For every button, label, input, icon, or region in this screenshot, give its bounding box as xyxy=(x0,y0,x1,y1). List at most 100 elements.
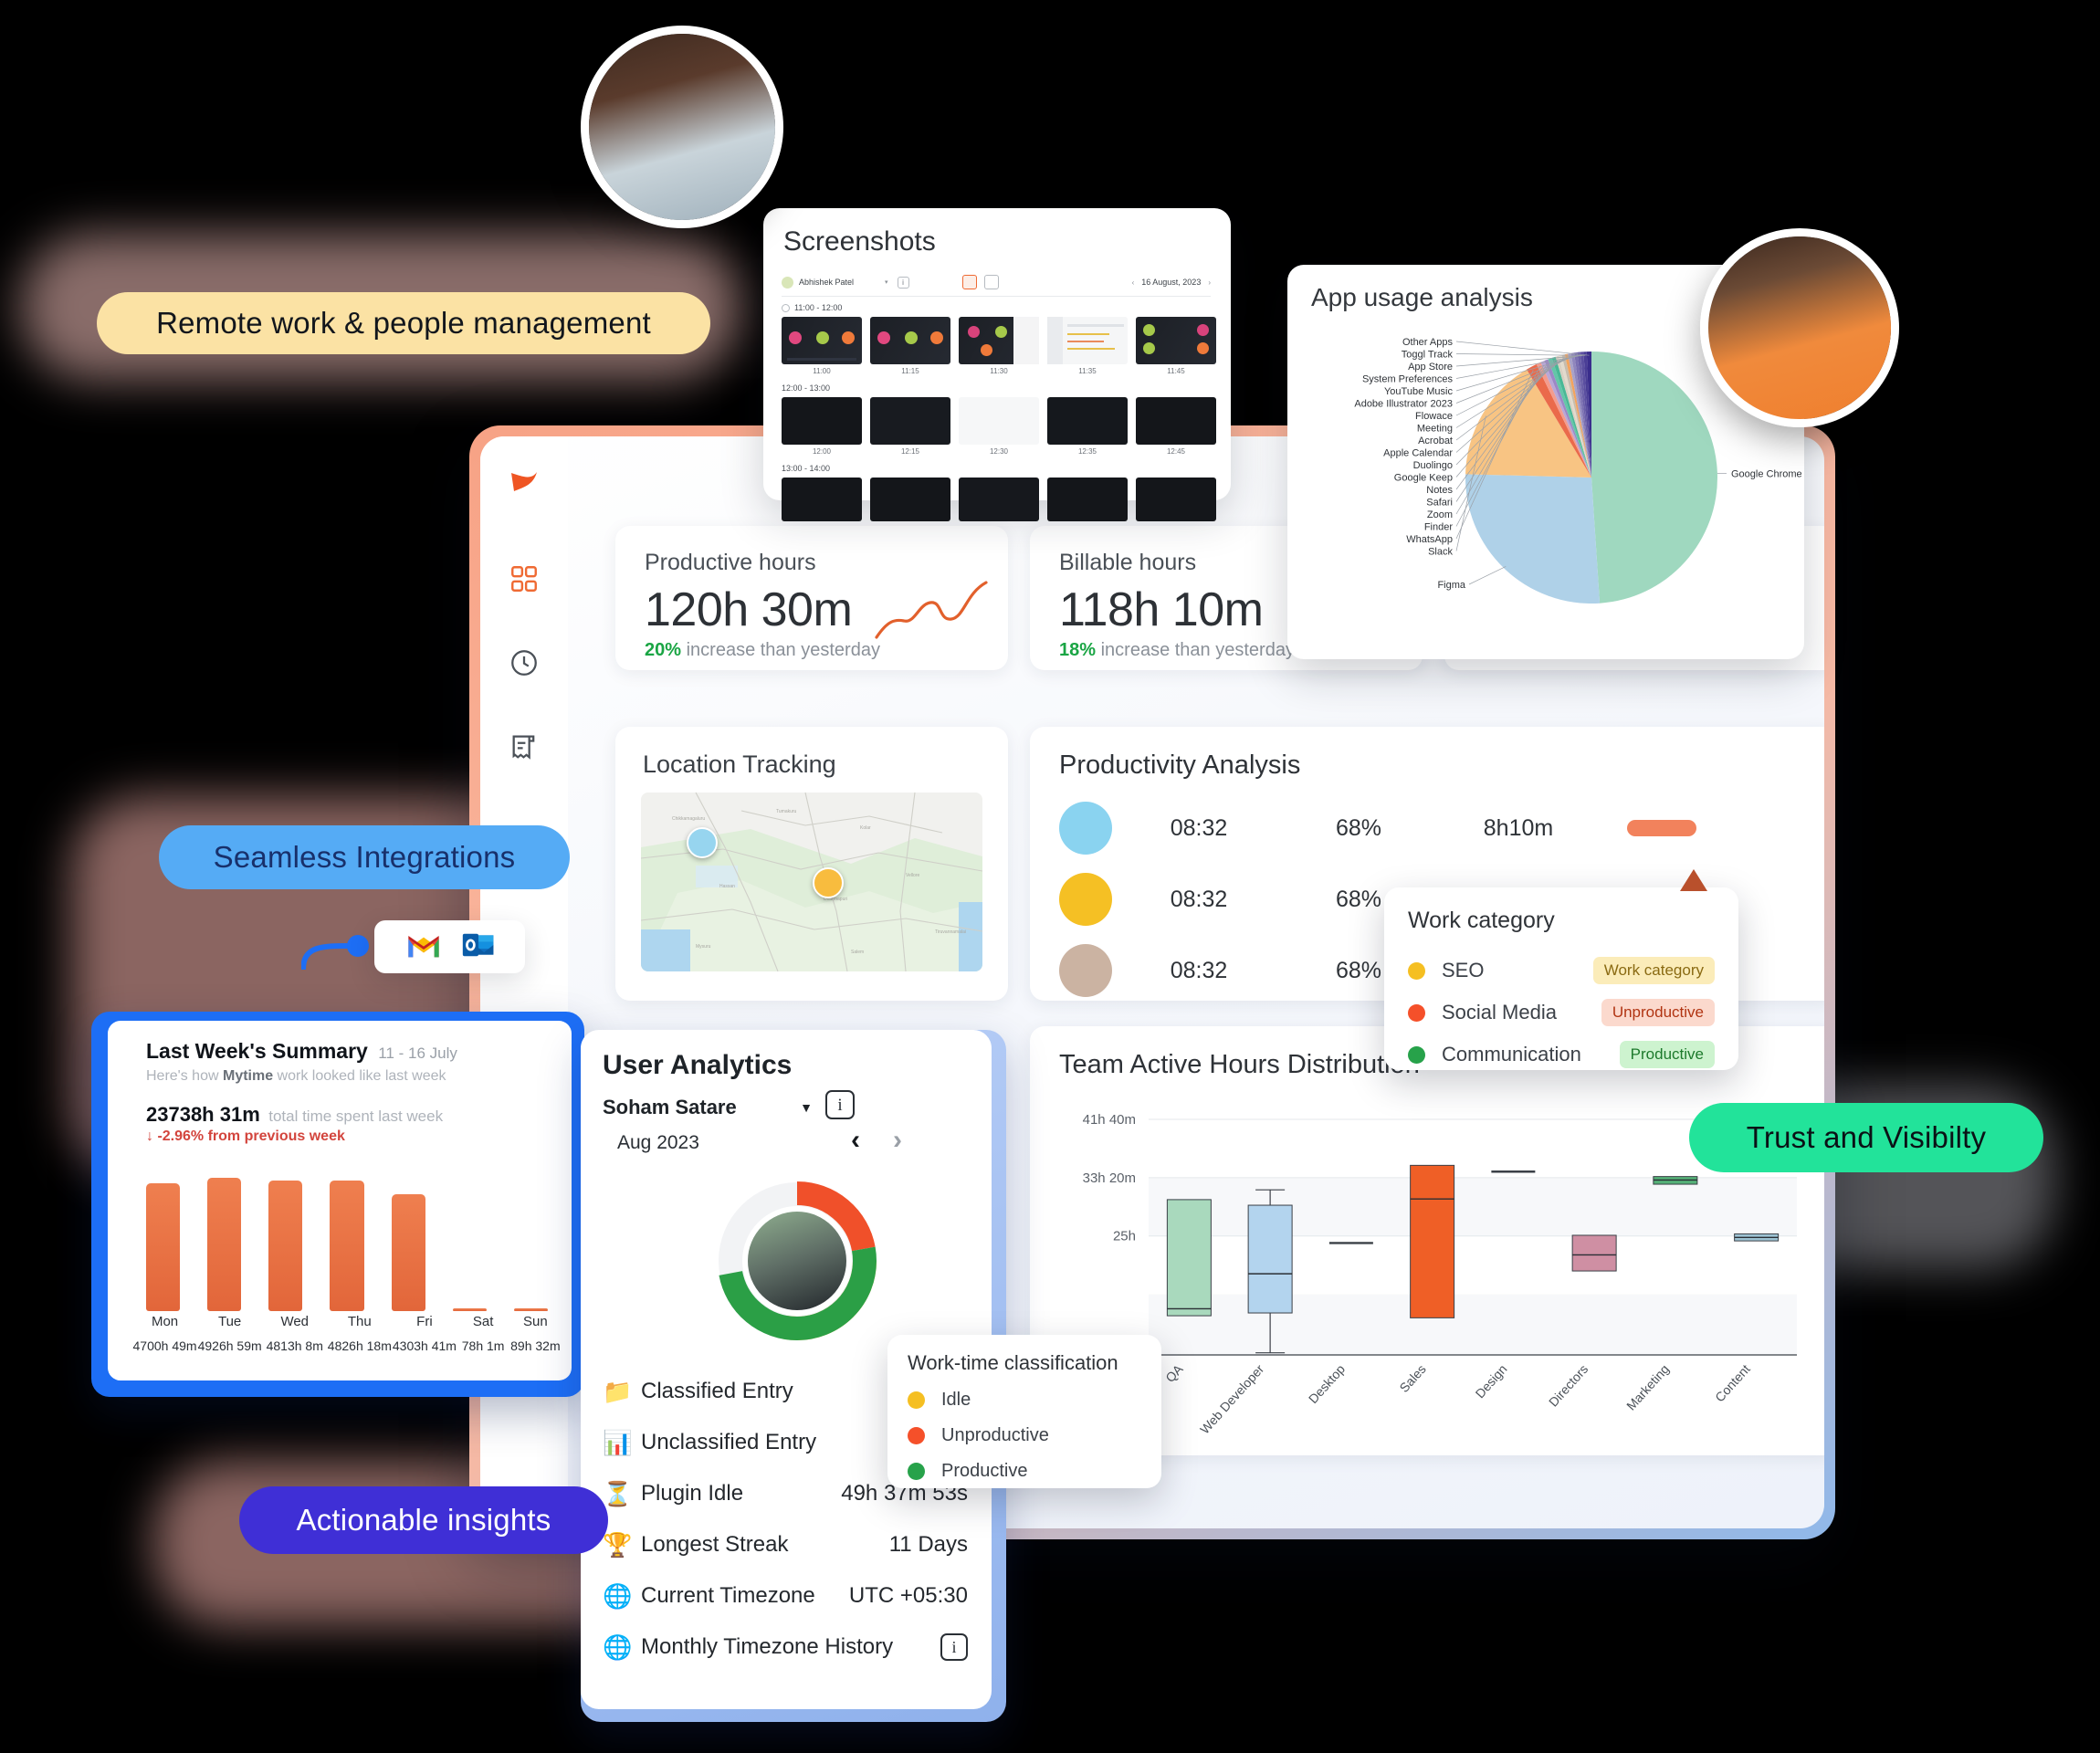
info-icon[interactable]: i xyxy=(940,1633,968,1661)
map-marker-1[interactable] xyxy=(687,827,718,858)
avatar xyxy=(1059,873,1112,926)
chevron-down-icon[interactable]: ▾ xyxy=(885,278,888,286)
avatar xyxy=(1059,802,1112,855)
bar xyxy=(391,1194,425,1311)
work-category-title: Work category xyxy=(1408,908,1555,933)
last-week-range: 11 - 16 July xyxy=(378,1044,457,1062)
bar-value: 78h 1m xyxy=(461,1338,505,1353)
chart-band xyxy=(1149,1177,1797,1236)
pie-label: YouTube Music xyxy=(1384,386,1454,397)
month-prev-button[interactable]: ‹ xyxy=(851,1125,860,1156)
list-item[interactable]: 11:30 xyxy=(959,317,1039,375)
info-icon[interactable]: i xyxy=(897,276,909,289)
bar-value: 4826h 18m xyxy=(327,1338,392,1353)
stat-value: 11 Days xyxy=(888,1532,968,1557)
list-item[interactable]: Productive xyxy=(908,1454,1141,1489)
list-item[interactable]: 12:35 xyxy=(1047,397,1128,456)
last-week-bar-chart: Mon Tue Wed Thu Fri Sat Sun 4700h 49m 49… xyxy=(133,1176,561,1353)
chevron-down-icon[interactable]: ▼ xyxy=(800,1100,813,1115)
svg-text:Chikkamagaluru: Chikkamagaluru xyxy=(672,816,705,822)
boxplot-box xyxy=(1571,1234,1617,1272)
last-week-summary-card: Last Week's Summary 11 - 16 July Here's … xyxy=(91,1012,584,1397)
list-item[interactable]: SEO Work category xyxy=(1408,950,1715,992)
date-next-icon[interactable]: › xyxy=(1208,278,1211,287)
work-category-pointer-icon xyxy=(1680,869,1707,891)
kpi-label: Productive hours xyxy=(645,550,816,575)
total-label: total time spent last week xyxy=(268,1107,444,1125)
list-item[interactable] xyxy=(1136,478,1216,521)
sidebar-item-invoice[interactable] xyxy=(504,727,544,767)
gmail-icon[interactable] xyxy=(405,931,442,963)
list-item[interactable]: 12:45 xyxy=(1136,397,1216,456)
stat-label: Plugin Idle xyxy=(641,1481,744,1506)
month-next-button[interactable]: › xyxy=(893,1125,902,1156)
bar-label: Sun xyxy=(523,1314,548,1329)
list-item[interactable]: 12:00 xyxy=(782,397,862,456)
map-marker-2[interactable] xyxy=(813,867,844,898)
date-prev-icon[interactable]: ‹ xyxy=(1132,278,1135,287)
badge-actionable-insights[interactable]: Actionable insights xyxy=(239,1486,608,1554)
y-axis-tick: 25h xyxy=(1113,1229,1136,1244)
list-item[interactable]: Communication Productive xyxy=(1408,1034,1715,1076)
list-item[interactable]: Unproductive xyxy=(908,1418,1141,1454)
badge-seamless-integrations[interactable]: Seamless Integrations xyxy=(159,825,570,889)
stat-value: UTC +05:30 xyxy=(848,1583,968,1608)
sidebar-item-timesheet[interactable] xyxy=(504,643,544,683)
pie-label: Flowace xyxy=(1415,411,1453,422)
list-item[interactable]: 12:15 xyxy=(870,397,950,456)
team-active-hours-title: Team Active Hours Distribution xyxy=(1059,1050,1420,1079)
work-time-classification-title: Work-time classification xyxy=(908,1351,1118,1374)
pie-leader-line xyxy=(1455,341,1590,356)
map-canvas[interactable]: Chikkamagaluru Tumakuru Kolar Hassan Dharm… xyxy=(641,793,982,971)
avatar xyxy=(1059,944,1112,997)
info-icon[interactable]: i xyxy=(825,1090,855,1119)
list-item[interactable]: 11:00 xyxy=(782,317,862,375)
status-badge: Unproductive xyxy=(1601,999,1715,1026)
pie-slice xyxy=(1591,352,1717,604)
stat-label: Longest Streak xyxy=(641,1532,789,1557)
outlook-icon[interactable] xyxy=(462,931,495,963)
kpi-card-productive: Productive hours 120h 30m 20% increase t… xyxy=(615,526,1008,670)
last-week-header: Last Week's Summary 11 - 16 July xyxy=(146,1039,457,1064)
sidebar-item-dashboard[interactable] xyxy=(504,559,544,599)
thumb-time: 11:35 xyxy=(1078,367,1097,375)
user-select[interactable]: Soham Satare ▼ xyxy=(603,1096,813,1119)
x-axis-tick: Marketing xyxy=(1623,1361,1672,1412)
list-item[interactable]: 11:35 xyxy=(1047,317,1128,375)
list-item[interactable]: Social Media Unproductive xyxy=(1408,992,1715,1034)
flowace-logo-icon[interactable] xyxy=(504,462,544,502)
stat-label: Current Timezone xyxy=(641,1583,815,1608)
bar-label: Thu xyxy=(347,1314,372,1329)
list-item[interactable]: 11:15 xyxy=(870,317,950,375)
thumb-time: 11:30 xyxy=(990,367,1008,375)
list-item[interactable] xyxy=(870,478,950,521)
screenshots-toolbar: Abhishek Patel ▾ i ‹ 16 August, 2023 › xyxy=(782,272,1211,292)
divider xyxy=(782,296,1211,297)
list-item[interactable]: 12:30 xyxy=(959,397,1039,456)
bar xyxy=(513,1308,548,1311)
bar-value: 4700h 49m xyxy=(132,1338,197,1353)
list-item[interactable] xyxy=(1047,478,1128,521)
globe-icon: 🌐 xyxy=(603,1632,633,1661)
list-item[interactable] xyxy=(959,478,1039,521)
list-item[interactable]: 🌐 Current Timezone UTC +05:30 xyxy=(603,1570,968,1622)
list-item[interactable] xyxy=(782,478,862,521)
productivity-analysis-title: Productivity Analysis xyxy=(1059,751,1301,780)
view-grid-icon[interactable] xyxy=(961,275,977,289)
badge-trust-visibility[interactable]: Trust and Visibilty xyxy=(1689,1103,2043,1172)
svg-text:Tiruvannamalai: Tiruvannamalai xyxy=(935,929,966,935)
kpi-label: Billable hours xyxy=(1059,550,1197,575)
screenshot-group: 12:00 - 13:00 12:00 12:15 12:30 12:35 12… xyxy=(782,383,1216,456)
table-row[interactable]: 08:32 68% 8h10m xyxy=(1059,793,1808,864)
screenshots-title: Screenshots xyxy=(783,226,936,257)
list-item[interactable]: Idle xyxy=(908,1382,1141,1418)
list-item[interactable]: 11:45 xyxy=(1136,317,1216,375)
checkbox[interactable] xyxy=(782,303,790,312)
pie-label: App Store xyxy=(1408,362,1453,373)
view-list-icon[interactable] xyxy=(983,275,999,289)
row-percent: 68% xyxy=(1335,814,1382,841)
list-item[interactable]: 🏆 Longest Streak 11 Days xyxy=(603,1519,968,1570)
bar xyxy=(207,1178,242,1311)
list-item[interactable]: 🌐 Monthly Timezone History i xyxy=(603,1622,968,1673)
badge-remote-work[interactable]: Remote work & people management xyxy=(97,292,710,354)
